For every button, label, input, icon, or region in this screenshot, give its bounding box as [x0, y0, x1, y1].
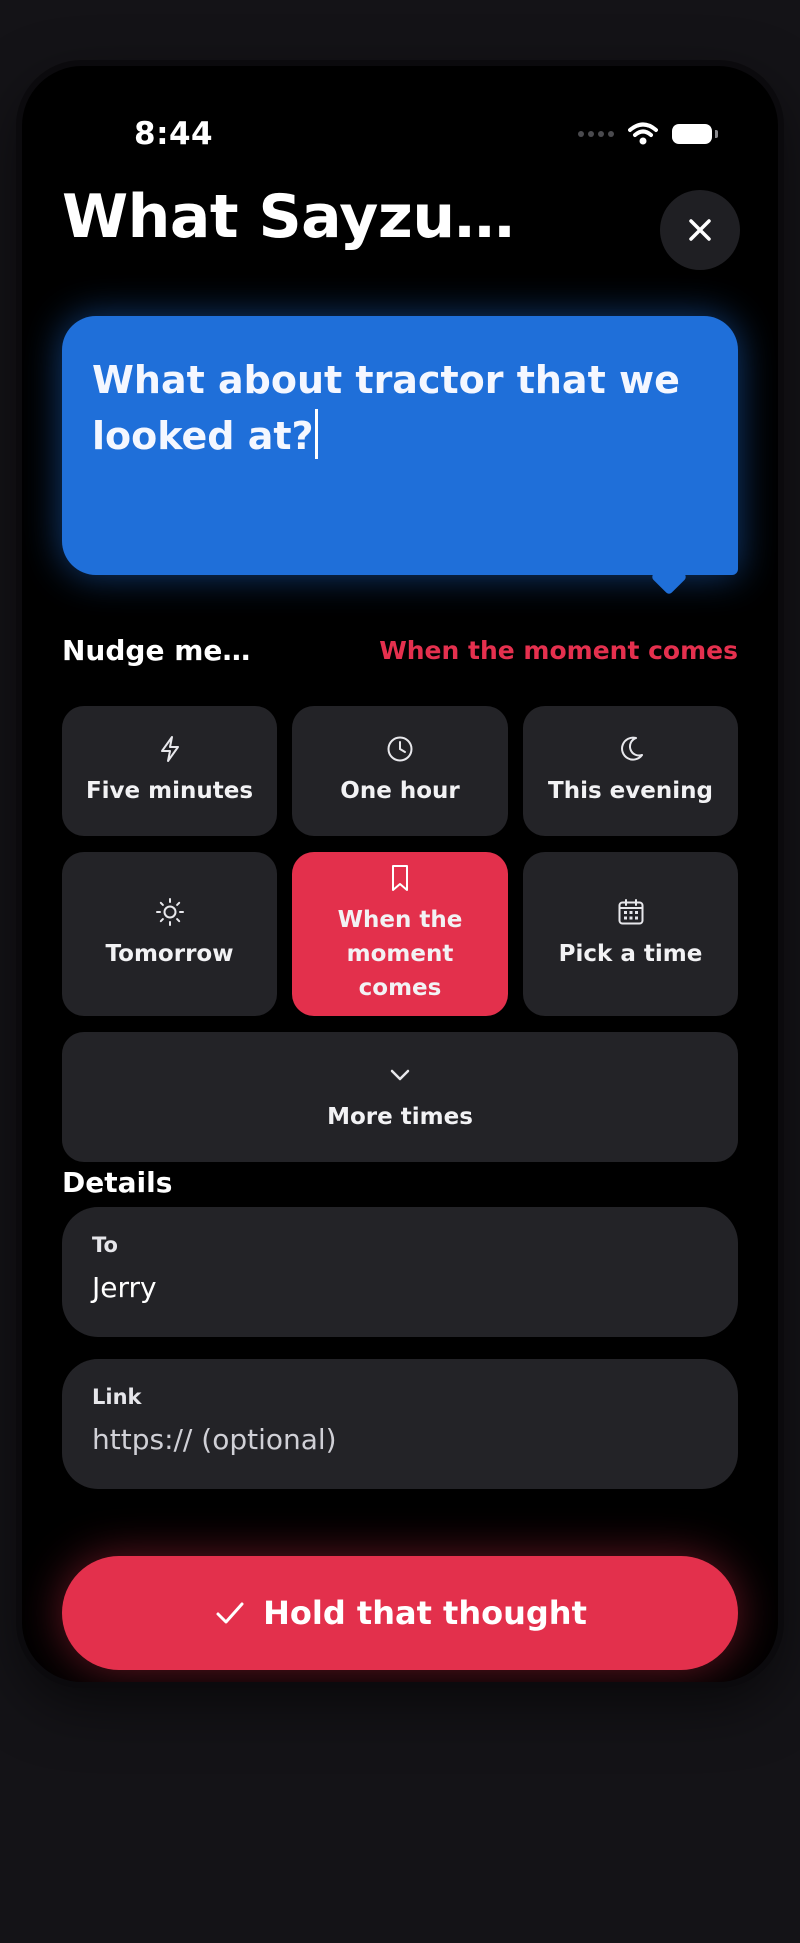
- clock-icon: [387, 736, 413, 762]
- more-times-button[interactable]: More times: [62, 1032, 738, 1162]
- option-label: Five minutes: [85, 778, 254, 804]
- hold-that-thought-button[interactable]: Hold that thought: [62, 1556, 738, 1670]
- sun-icon: [155, 898, 184, 926]
- to-field-value: Jerry: [92, 1271, 157, 1304]
- nudge-option-pick-a-time[interactable]: Pick a time: [523, 852, 738, 1016]
- message-input[interactable]: What about tractor that we looked at?: [62, 316, 738, 575]
- option-label: Tomorrow: [105, 941, 234, 967]
- nudge-option-tomorrow[interactable]: Tomorrow: [62, 852, 277, 1016]
- page-title: What Sayzu…: [62, 182, 515, 252]
- option-label: More times: [327, 1104, 473, 1130]
- wifi-icon: [628, 122, 658, 145]
- lightning-icon: [160, 736, 179, 762]
- cta-label: Hold that thought: [263, 1594, 587, 1632]
- nudge-option-this-evening[interactable]: This evening: [523, 706, 738, 836]
- moon-icon: [620, 736, 643, 761]
- to-field-label: To: [92, 1233, 118, 1257]
- close-icon: [689, 219, 711, 241]
- chevron-down-icon: [390, 1069, 410, 1081]
- text-caret: [314, 409, 318, 459]
- nudge-label: Nudge me…: [62, 634, 251, 667]
- option-label: This evening: [548, 778, 713, 804]
- cellular-signal-icon: [578, 131, 614, 137]
- battery-icon: [672, 124, 718, 144]
- nudge-selected-value: When the moment comes: [379, 636, 738, 665]
- details-label: Details: [62, 1166, 173, 1199]
- calendar-icon: [618, 899, 643, 925]
- checkmark-icon: [216, 1602, 244, 1624]
- nudge-option-when-the-moment-comes[interactable]: When the moment comes: [292, 852, 508, 1016]
- option-label: One hour: [340, 778, 460, 804]
- close-button[interactable]: [660, 190, 740, 270]
- message-text: What about tractor that we looked at?: [92, 358, 680, 459]
- option-label: When the moment comes: [337, 907, 463, 1001]
- link-field[interactable]: Link https:// (optional): [62, 1359, 738, 1489]
- to-field[interactable]: To Jerry: [62, 1207, 738, 1337]
- option-label: Pick a time: [558, 941, 703, 967]
- nudge-option-five-minutes[interactable]: Five minutes: [62, 706, 277, 836]
- nudge-option-one-hour[interactable]: One hour: [292, 706, 508, 836]
- link-field-label: Link: [92, 1385, 142, 1409]
- link-field-placeholder: https:// (optional): [92, 1423, 337, 1456]
- status-time: 8:44: [134, 116, 214, 152]
- phone-screen: 8:44 What Sayzu… What about tractor that…: [22, 66, 778, 1682]
- status-icons: [578, 122, 718, 146]
- bookmark-icon: [392, 865, 408, 891]
